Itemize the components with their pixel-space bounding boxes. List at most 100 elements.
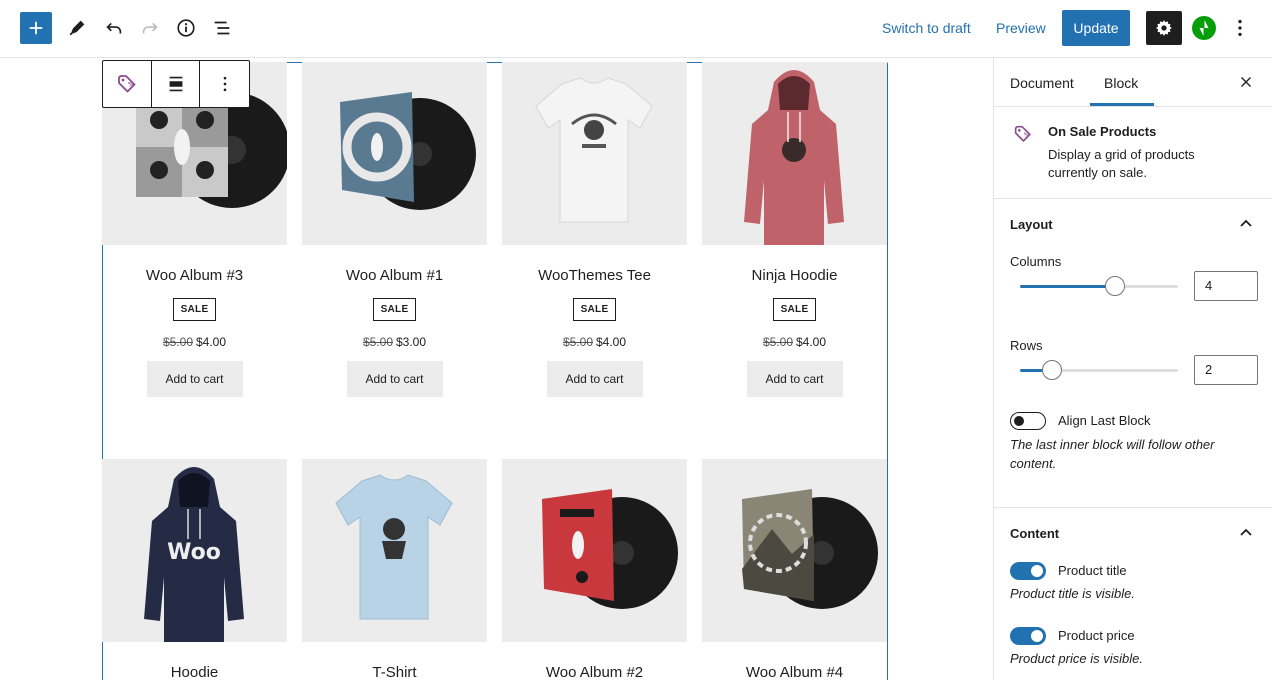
tab-document[interactable]: Document <box>1010 75 1074 91</box>
info-icon <box>177 19 195 37</box>
add-to-cart-button[interactable]: Add to cart <box>546 361 643 397</box>
jetpack-button[interactable] <box>1192 16 1216 40</box>
undo-icon <box>106 22 122 34</box>
product-title-label: Product title <box>1058 563 1127 578</box>
tshirt-lightblue-image <box>335 474 453 620</box>
rows-slider[interactable] <box>1020 360 1178 380</box>
product-image[interactable] <box>702 459 887 642</box>
add-to-cart-button[interactable]: Add to cart <box>746 361 843 397</box>
product-card: Ninja Hoodie SALE $5.00 $4.00 Add to cart <box>702 62 887 397</box>
product-title[interactable]: Woo Album #2 <box>502 664 687 680</box>
product-price: $5.00 $4.00 <box>502 335 687 349</box>
product-price: $5.00 $3.00 <box>302 335 487 349</box>
svg-text:Woo: Woo <box>167 540 221 565</box>
add-block-button[interactable] <box>20 12 52 44</box>
content-panel-toggle[interactable]: Content <box>994 508 1272 556</box>
product-price-label: Product price <box>1058 628 1135 643</box>
sale-badge: SALE <box>372 298 417 321</box>
close-sidebar-button[interactable] <box>1238 74 1254 90</box>
panel-title: Content <box>1010 526 1060 541</box>
add-to-cart-button[interactable]: Add to cart <box>346 361 443 397</box>
redo-icon <box>142 22 158 34</box>
align-button[interactable] <box>152 61 201 107</box>
original-price: $5.00 <box>162 335 193 349</box>
block-type-button[interactable]: % <box>103 61 152 107</box>
switch-to-draft-link[interactable]: Switch to draft <box>882 20 971 36</box>
rows-input[interactable]: 2 <box>1194 355 1258 385</box>
toggle-knob <box>1014 416 1024 426</box>
product-image[interactable]: Woo <box>102 459 287 642</box>
settings-button[interactable] <box>1146 11 1182 45</box>
close-icon <box>1241 77 1251 87</box>
block-more-options-button[interactable] <box>200 61 249 107</box>
product-image[interactable] <box>502 62 687 245</box>
product-card: Woo Album #3 SALE $5.00 $4.00 Add to cart <box>102 62 287 397</box>
hoodie-pink-image <box>744 70 844 245</box>
pencil-icon <box>69 20 85 36</box>
sale-price: $3.00 <box>396 335 427 349</box>
product-title[interactable]: Woo Album #4 <box>702 664 887 680</box>
preview-link[interactable]: Preview <box>996 20 1046 36</box>
tab-block[interactable]: Block <box>1104 75 1138 91</box>
rows-slider-thumb[interactable] <box>1042 360 1062 380</box>
sale-badge: SALE <box>172 298 217 321</box>
product-title[interactable]: WooThemes Tee <box>502 267 687 287</box>
columns-slider[interactable] <box>1020 276 1178 296</box>
settings-sidebar: Document Block % On Sale Products Displa… <box>993 58 1272 680</box>
more-options-button[interactable] <box>1228 16 1252 40</box>
align-last-block-label: Align Last Block <box>1058 413 1151 428</box>
product-image[interactable] <box>702 62 887 245</box>
product-price: $5.00 $4.00 <box>102 335 287 349</box>
product-card: Woo Album #2 <box>502 459 687 680</box>
sale-price: $4.00 <box>196 335 227 349</box>
product-price-help: Product price is visible. <box>1010 651 1143 666</box>
product-card: T-Shirt <box>302 459 487 680</box>
product-title[interactable]: T-Shirt <box>302 664 487 680</box>
product-card: Woo Album #4 <box>702 459 887 680</box>
columns-slider-thumb[interactable] <box>1105 276 1125 296</box>
product-title[interactable]: Woo Album #1 <box>302 267 487 287</box>
product-title[interactable]: Hoodie <box>102 664 287 680</box>
product-price: $5.00 $4.00 <box>702 335 887 349</box>
align-wide-icon <box>169 76 182 92</box>
undo-button[interactable] <box>97 11 131 45</box>
layout-panel: Layout Columns 4 Rows 2 Align Last Block… <box>994 199 1272 508</box>
plus-icon <box>29 21 43 35</box>
block-navigation-button[interactable] <box>205 11 239 45</box>
info-button[interactable] <box>169 11 203 45</box>
redo-button[interactable] <box>133 11 167 45</box>
toggle-knob <box>1031 565 1043 577</box>
tools-button[interactable] <box>60 11 94 45</box>
sidebar-tabs: Document Block <box>994 58 1272 107</box>
sale-tag-icon: % <box>1014 125 1031 142</box>
editor-canvas: % Woo Album #3 SALE $5.00 $4.00 Add to c… <box>0 58 993 680</box>
tshirt-white-image <box>535 77 653 223</box>
columns-label: Columns <box>1010 254 1062 269</box>
sale-price: $4.00 <box>796 335 827 349</box>
align-last-block-toggle[interactable] <box>1010 412 1046 430</box>
update-button[interactable]: Update <box>1062 10 1130 46</box>
product-title[interactable]: Ninja Hoodie <box>702 267 887 287</box>
product-title-help: Product title is visible. <box>1010 586 1135 601</box>
active-tab-indicator <box>1090 103 1154 106</box>
rows-label: Rows <box>1010 338 1043 353</box>
original-price: $5.00 <box>562 335 593 349</box>
product-image[interactable] <box>302 459 487 642</box>
more-vertical-icon <box>223 76 227 92</box>
product-title[interactable]: Woo Album #3 <box>102 267 287 287</box>
original-price: $5.00 <box>762 335 793 349</box>
columns-slider-fill <box>1020 285 1115 288</box>
product-card: WooThemes Tee SALE $5.00 $4.00 Add to car… <box>502 62 687 397</box>
columns-input[interactable]: 4 <box>1194 271 1258 301</box>
original-price: $5.00 <box>362 335 393 349</box>
layout-panel-toggle[interactable]: Layout <box>994 199 1272 247</box>
svg-text:%: % <box>1024 132 1030 138</box>
product-title-toggle[interactable] <box>1010 562 1046 580</box>
block-card: % On Sale Products Display a grid of pro… <box>994 107 1272 199</box>
product-image[interactable] <box>302 62 487 245</box>
sale-price: $4.00 <box>596 335 627 349</box>
product-price-toggle[interactable] <box>1010 627 1046 645</box>
product-image[interactable] <box>502 459 687 642</box>
toggle-knob <box>1031 630 1043 642</box>
add-to-cart-button[interactable]: Add to cart <box>146 361 243 397</box>
